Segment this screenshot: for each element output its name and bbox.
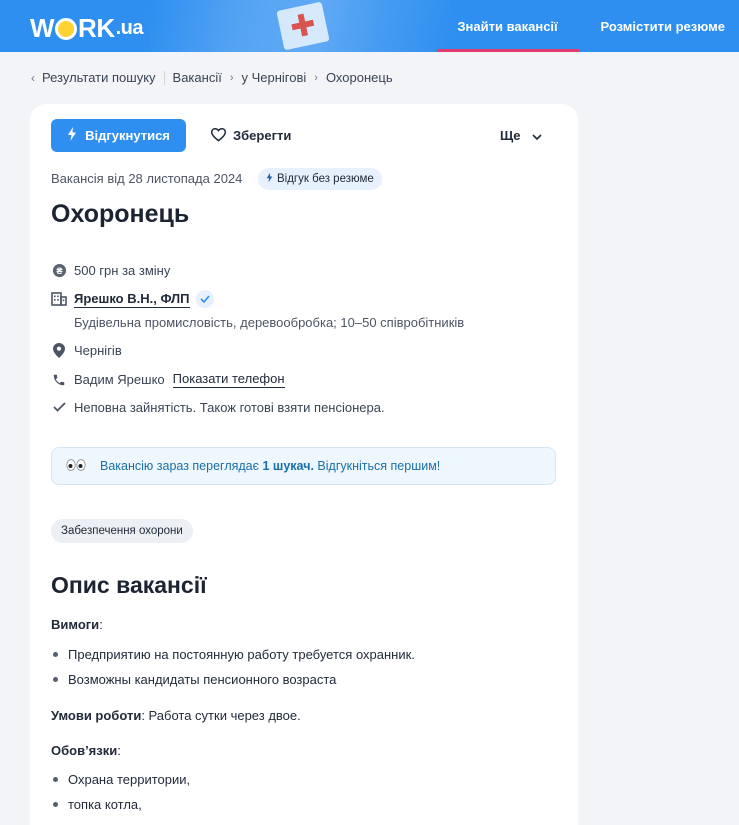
breadcrumb-back-link[interactable]: Результати пошуку: [42, 70, 156, 85]
bullet-dot: [53, 802, 58, 807]
posted-date: Вакансія від 28 листопада 2024: [51, 171, 243, 186]
breadcrumb-current: Охоронець: [325, 70, 393, 85]
logo-domain: .ua: [115, 17, 144, 39]
more-label: Ще: [500, 128, 521, 143]
logo-letter-w: W: [30, 13, 55, 43]
eyes-icon: [66, 458, 86, 474]
chevron-down-icon: [532, 128, 543, 143]
salary-value: 500 грн за зміну: [74, 262, 171, 278]
requirement-text: Предприятию на постоянную работу требует…: [68, 647, 415, 662]
city-value: Чернігів: [74, 342, 122, 358]
chevron-left-icon: ‹: [31, 70, 35, 85]
conditions-text: Работа сутки через двое.: [144, 708, 301, 723]
viewers-notice: Вакансію зараз переглядає 1 шукач. Відгу…: [51, 447, 556, 485]
company-info: Будівельна промисловість, деревообробка;…: [74, 315, 465, 330]
category-tag[interactable]: Забезпечення охорони: [51, 519, 193, 543]
duties-colon: :: [117, 743, 121, 758]
svg-text:₴: ₴: [56, 265, 63, 275]
nav-post-resume[interactable]: Розмістити резюме: [589, 0, 739, 52]
coin-icon: ₴: [51, 262, 67, 278]
verified-check-icon: [195, 290, 214, 308]
company-row: Ярешко В.Н., ФЛП: [51, 290, 214, 308]
vacancy-card: Відгукнутися Зберегти Ще Вакансія від 28…: [30, 104, 578, 825]
save-label: Зберегти: [233, 128, 292, 143]
description-heading: Опис вакансії: [51, 572, 207, 598]
location-pin-icon: [51, 342, 67, 358]
badge-label: Відгук без резюме: [277, 173, 374, 185]
requirements-label: Вимоги: [51, 617, 100, 632]
notice-prefix: Вакансію зараз переглядає: [100, 459, 260, 473]
breadcrumb-vacancies[interactable]: Вакансії: [173, 70, 222, 85]
site-logo[interactable]: W RK .ua: [30, 13, 144, 44]
duties-label: Обов’язки: [51, 743, 118, 758]
phone-icon: [51, 372, 67, 388]
lightning-icon: [67, 127, 77, 144]
logo-globe-icon: [55, 17, 78, 40]
duty-text: Охрана территории,: [68, 772, 191, 787]
list-item: Охрана территории,: [51, 772, 190, 787]
lightning-icon: [266, 172, 273, 186]
contact-row: Вадим Ярешко Показати телефон: [51, 371, 285, 388]
list-item: Предприятию на постоянную работу требует…: [51, 647, 415, 662]
nav-find-jobs[interactable]: Знайти вакансії: [436, 0, 579, 52]
requirements-colon: :: [99, 617, 103, 632]
list-item: Возможны кандидаты пенсионного возраста: [51, 672, 336, 687]
duties-heading: Обов’язки:: [51, 743, 121, 758]
logo-letters-rk: RK: [78, 13, 115, 43]
contact-name: Вадим Ярешко: [74, 372, 165, 387]
no-resume-badge: Відгук без резюме: [258, 168, 382, 190]
requirement-text: Возможны кандидаты пенсионного возраста: [68, 672, 337, 687]
bullet-dot: [53, 677, 58, 682]
city-row: Чернігів: [51, 342, 122, 358]
notice-suffix: Відгукніться першим!: [317, 459, 441, 473]
bullet-dot: [53, 652, 58, 657]
conditions-label: Умови роботи: [51, 708, 142, 723]
vacancy-title: Охоронець: [51, 200, 190, 228]
conditions-paragraph: Умови роботи: Работа сутки через двое.: [51, 708, 301, 723]
more-menu-button[interactable]: Ще: [500, 119, 543, 152]
top-header: W RK .ua Знайти вакансії Розмістити резю…: [0, 0, 739, 52]
apply-label: Відгукнутися: [85, 128, 170, 143]
breadcrumb-divider: [163, 70, 165, 85]
main-nav: Знайти вакансії Розмістити резюме: [436, 0, 739, 52]
employment-row: Неповна зайнятість. Також готові взяти п…: [51, 399, 385, 415]
notice-count: 1 шукач.: [262, 459, 314, 473]
breadcrumb: ‹ Результати пошуку Вакансії › у Черніго…: [31, 70, 393, 85]
building-icon: [51, 291, 67, 307]
breadcrumb-city[interactable]: у Чернігові: [242, 70, 307, 85]
heart-icon: [210, 127, 227, 145]
save-button[interactable]: Зберегти: [210, 119, 291, 152]
company-link[interactable]: Ярешко В.Н., ФЛП: [74, 291, 190, 308]
chevron-right-icon: ›: [229, 71, 234, 84]
apply-button[interactable]: Відгукнутися: [51, 119, 186, 152]
show-phone-link[interactable]: Показати телефон: [172, 371, 285, 388]
duty-text: топка котла,: [68, 797, 142, 812]
chevron-right-icon: ›: [314, 71, 318, 84]
checkmark-icon: [51, 399, 67, 415]
employment-value: Неповна зайнятість. Також готові взяти п…: [74, 399, 385, 415]
salary-row: ₴ 500 грн за зміну: [51, 262, 170, 278]
bullet-dot: [53, 777, 58, 782]
requirements-heading: Вимоги:: [51, 617, 103, 632]
list-item: топка котла,: [51, 797, 142, 812]
